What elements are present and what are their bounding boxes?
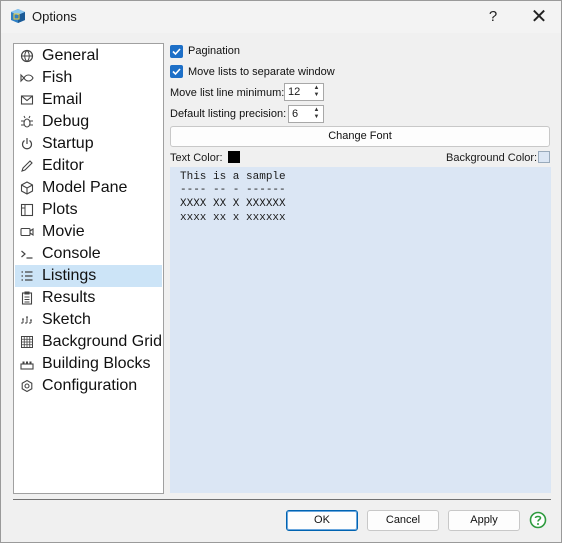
background-color-swatch[interactable] [538,151,550,163]
text-color-label: Text Color: [170,152,223,164]
sidebar-item-label: Results [42,289,96,306]
sample-line: xxxx xx x xxxxxx [180,212,286,224]
pagination-checkbox[interactable] [170,45,183,58]
list-icon [19,268,35,284]
checkmark-icon [172,48,181,56]
sidebar-item-movie[interactable]: Movie [15,221,162,243]
text-color-swatch[interactable] [228,151,240,163]
options-dialog: Options ? ✕ General Fish Email Debug Sta… [0,0,562,543]
clipboard-icon [19,290,35,306]
sidebar-item-label: Sketch [42,311,91,328]
title-bar: Options ? ✕ [1,1,561,33]
power-icon [19,136,35,152]
sidebar-item-label: Configuration [42,377,138,394]
blocks-icon [19,356,35,372]
envelope-icon [19,92,35,108]
sidebar-item-label: Startup [42,135,94,152]
category-list: General Fish Email Debug Startup Editor … [13,43,164,494]
sidebar-item-email[interactable]: Email [15,89,162,111]
default-precision-label: Default listing precision: [170,108,287,120]
sidebar-item-configuration[interactable]: Configuration [15,375,162,397]
move-lists-label: Move lists to separate window [188,66,335,78]
sketch-icon [19,312,35,328]
spin-arrows: ▲ ▼ [311,107,322,121]
title-help-button[interactable]: ? [481,6,505,28]
spin-down-icon[interactable]: ▼ [311,114,322,121]
plot-icon [19,202,35,218]
sidebar-item-general[interactable]: General [15,45,162,67]
sidebar-item-building-blocks[interactable]: Building Blocks [15,353,162,375]
sidebar-item-label: Model Pane [42,179,128,196]
close-button[interactable]: ✕ [526,5,552,29]
grid-icon [19,334,35,350]
sidebar-item-label: Plots [42,201,78,218]
globe-icon [19,48,35,64]
movie-icon [19,224,35,240]
footer-divider [13,499,551,500]
sidebar-item-plots[interactable]: Plots [15,199,162,221]
cancel-button[interactable]: Cancel [367,510,439,531]
ok-button[interactable]: OK [286,510,358,531]
listing-preview: This is a sample ---- -- - ------ XXXX X… [170,167,551,493]
sidebar-item-label: Fish [42,69,73,86]
app-cube-icon [10,8,26,24]
sample-line: ---- -- - ------ [180,184,286,196]
sidebar-item-background-grid[interactable]: Background Grid [15,331,162,353]
sidebar-item-model-pane[interactable]: Model Pane [15,177,162,199]
spinbox-value: 6 [292,108,299,120]
sidebar-item-label: Email [42,91,83,108]
sidebar-item-results[interactable]: Results [15,287,162,309]
move-lists-checkbox[interactable] [170,65,183,78]
sidebar-item-label: Debug [42,113,90,130]
sidebar-item-startup[interactable]: Startup [15,133,162,155]
fish-icon [19,70,35,86]
checkmark-icon [172,68,181,76]
spin-down-icon[interactable]: ▼ [311,92,322,99]
sidebar-item-fish[interactable]: Fish [15,67,162,89]
default-precision-spinbox[interactable]: 6 ▲ ▼ [288,105,324,123]
sidebar-item-label: General [42,47,99,64]
sidebar-item-listings[interactable]: Listings [15,265,162,287]
move-list-line-min-spinbox[interactable]: 12 ▲ ▼ [284,83,324,101]
sample-line: XXXX XX X XXXXXX [180,198,286,210]
background-color-label: Background Color: [446,152,538,164]
spinbox-value: 12 [288,86,301,98]
sidebar-item-label: Editor [42,157,84,174]
bug-icon [19,114,35,130]
sidebar-item-editor[interactable]: Editor [15,155,162,177]
sidebar-item-console[interactable]: Console [15,243,162,265]
window-title: Options [32,9,77,24]
spin-arrows: ▲ ▼ [311,85,322,99]
sidebar-item-label: Building Blocks [42,355,151,372]
change-font-button[interactable]: Change Font [170,126,550,147]
spin-up-icon[interactable]: ▲ [311,85,322,92]
apply-button[interactable]: Apply [448,510,520,531]
sidebar-item-sketch[interactable]: Sketch [15,309,162,331]
sidebar-item-debug[interactable]: Debug [15,111,162,133]
sample-line: This is a sample [180,171,286,183]
sidebar-item-label: Listings [42,267,97,284]
move-list-line-min-label: Move list line minimum: [170,87,285,99]
help-icon[interactable] [529,511,547,529]
console-icon [19,246,35,262]
sidebar-item-label: Movie [42,223,85,240]
sidebar-item-label: Console [42,245,101,262]
pagination-label: Pagination [188,45,240,57]
pencil-icon [19,158,35,174]
cube-icon [19,180,35,196]
spin-up-icon[interactable]: ▲ [311,107,322,114]
sidebar-item-label: Background Grid [41,333,162,350]
config-icon [19,378,35,394]
